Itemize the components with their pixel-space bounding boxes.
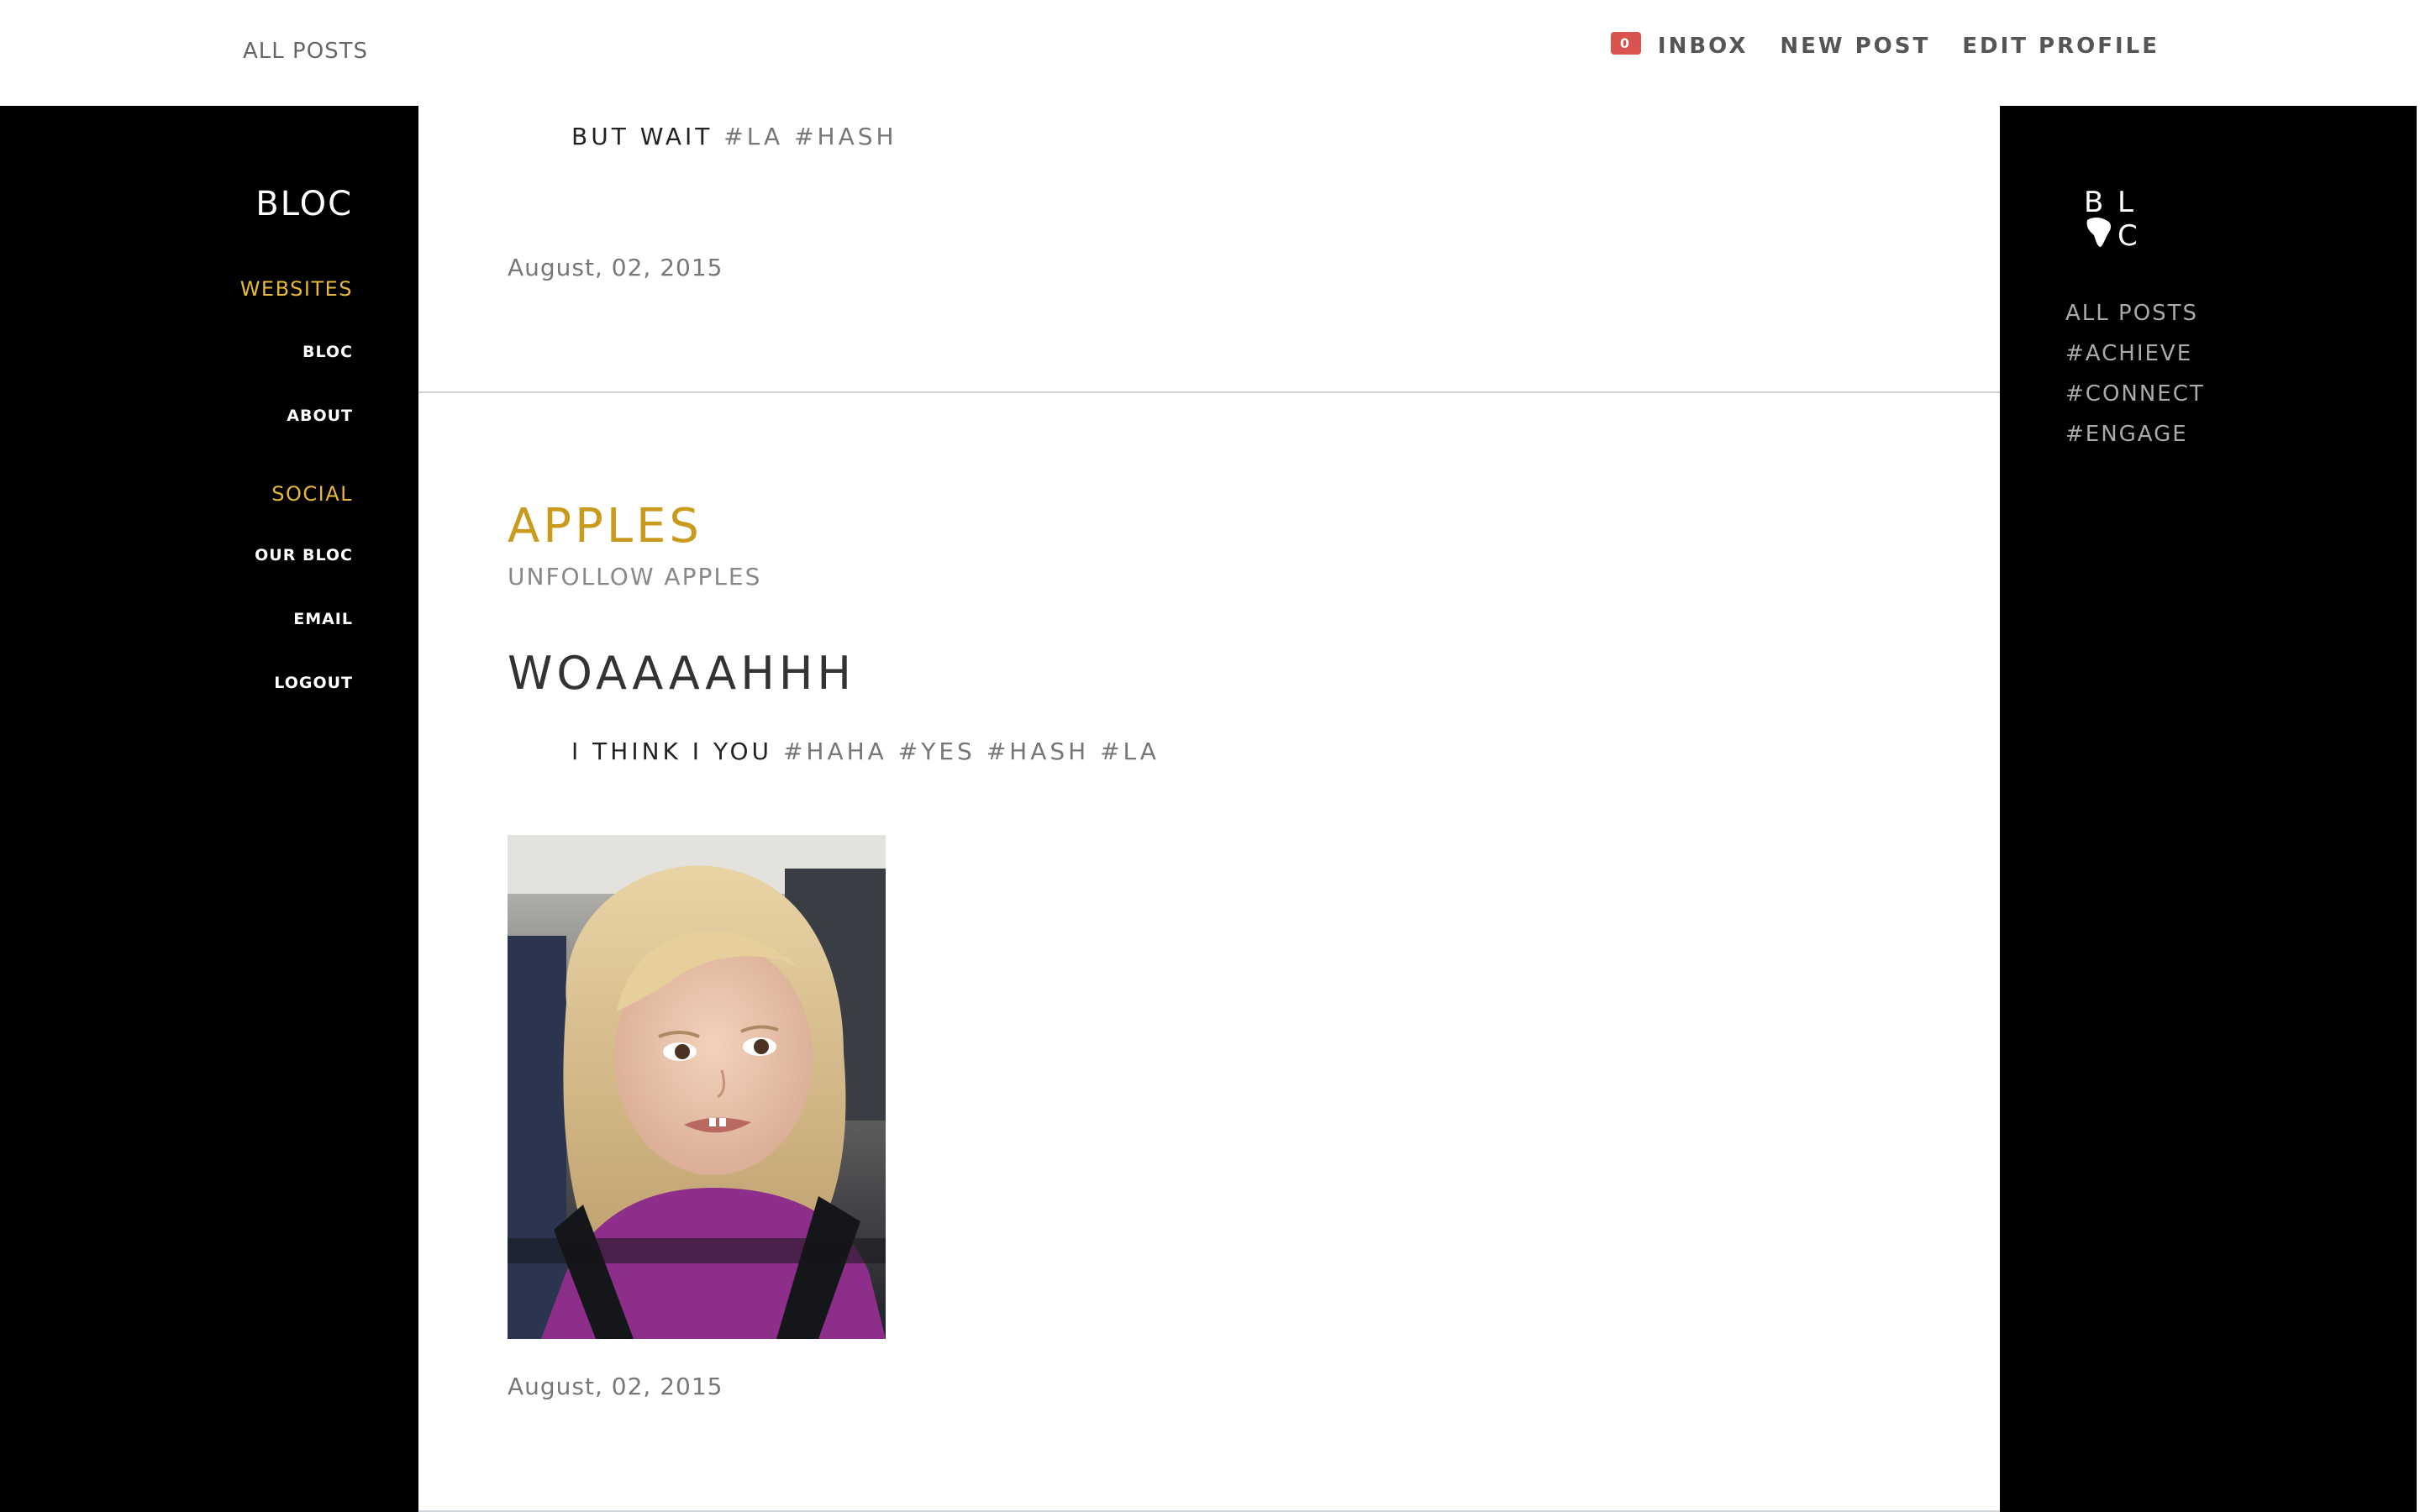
post-author-link[interactable]: APPLES [508, 499, 702, 554]
post-image [508, 835, 886, 1339]
post-divider [418, 391, 2000, 393]
tag-link-connect[interactable]: #CONNECT [2065, 381, 2205, 407]
top-all-posts-link[interactable]: ALL POSTS [243, 39, 368, 64]
inbox-count-badge: 0 [1610, 31, 1641, 55]
edit-profile-link[interactable]: EDIT PROFILE [1962, 34, 2160, 59]
hashtag-link[interactable]: #HASH [986, 738, 1090, 765]
tag-link-engage[interactable]: #ENGAGE [2065, 422, 2188, 447]
logo-letter-l: L [2118, 186, 2133, 219]
sidebar-link-our-bloc[interactable]: OUR BLOC [255, 546, 353, 564]
unfollow-button[interactable]: UNFOLLOW APPLES [508, 563, 761, 591]
inbox-link[interactable]: 0 INBOX [1610, 31, 1749, 59]
top-right-nav: 0 INBOX NEW POST EDIT PROFILE [1610, 31, 2160, 59]
tag-link-all-posts[interactable]: ALL POSTS [2065, 301, 2198, 326]
section-heading-social: SOCIAL [271, 482, 353, 506]
sidebar-link-about[interactable]: ABOUT [287, 407, 353, 425]
post-title: WOAAAAHHH [508, 647, 856, 700]
top-navbar: ALL POSTS 0 INBOX NEW POST EDIT PROFILE [0, 0, 2420, 106]
hashtag-link[interactable]: #YES [898, 738, 976, 765]
hashtag-link[interactable]: #LA [1100, 738, 1160, 765]
post-date: August, 02, 2015 [508, 254, 723, 281]
inbox-label: INBOX [1657, 34, 1749, 59]
post-feed: BUT WAIT #LA #HASH August, 02, 2015 APPL… [418, 106, 2000, 1512]
tag-link-achieve[interactable]: #ACHIEVE [2065, 341, 2192, 366]
sidebar-link-email[interactable]: EMAIL [293, 610, 353, 628]
hashtag-link[interactable]: #HASH [794, 123, 897, 150]
left-sidebar: BLOC WEBSITES BLOC ABOUT SOCIAL OUR BLOC… [0, 106, 418, 1512]
caption-text: BUT WAIT [571, 123, 713, 150]
section-heading-websites: WEBSITES [239, 277, 353, 301]
brand-link[interactable]: BLOC [255, 185, 353, 223]
logo-letter-c: C [2118, 219, 2138, 250]
africa-map-icon [2086, 218, 2112, 247]
hashtag-link[interactable]: #LA [723, 123, 783, 150]
sidebar-link-logout[interactable]: LOGOUT [274, 674, 353, 692]
logo-letter-b: B [2084, 186, 2103, 219]
sidebar-link-bloc[interactable]: BLOC [302, 343, 353, 361]
new-post-link[interactable]: NEW POST [1780, 34, 1930, 59]
post-date: August, 02, 2015 [508, 1373, 723, 1400]
girl-photo-illustration [508, 835, 886, 1339]
right-sidebar: B L C ALL POSTS #ACHIEVE #CONNECT #ENGAG… [2000, 106, 2420, 1512]
hashtag-link[interactable]: #HAHA [783, 738, 887, 765]
caption-text: I THINK I YOU [571, 738, 773, 765]
post-caption: I THINK I YOU #HAHA #YES #HASH #LA [571, 738, 1160, 765]
post-caption: BUT WAIT #LA #HASH [571, 123, 897, 150]
right-edge-border [2417, 106, 2420, 1512]
bloc-africa-logo-icon[interactable]: B L C [2082, 183, 2149, 250]
